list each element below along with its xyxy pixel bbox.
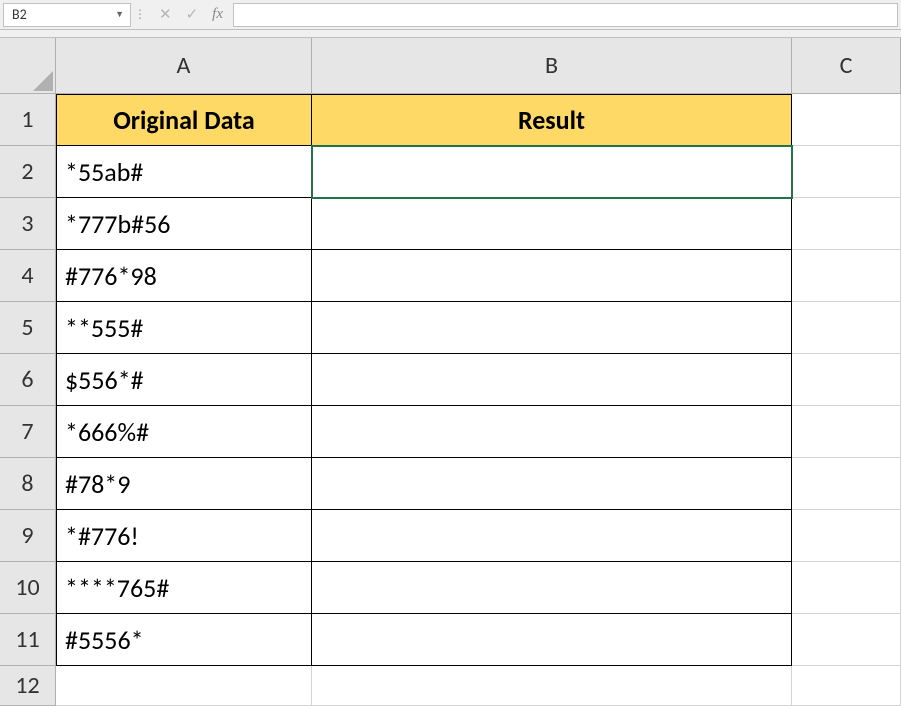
cancel-icon[interactable]: ✕ bbox=[159, 5, 172, 24]
formula-buttons: ✕ ✓ fx bbox=[149, 5, 233, 24]
fx-icon[interactable]: fx bbox=[212, 6, 223, 23]
cell-C3[interactable] bbox=[792, 198, 901, 250]
cell-C5[interactable] bbox=[792, 302, 901, 354]
row-header-9[interactable]: 9 bbox=[0, 510, 56, 562]
cell-B11[interactable] bbox=[312, 614, 792, 666]
cell-B3[interactable] bbox=[312, 198, 792, 250]
cell-B10[interactable] bbox=[312, 562, 792, 614]
cell-B12[interactable] bbox=[312, 666, 792, 706]
select-all-triangle-icon bbox=[33, 71, 53, 91]
row-header-11[interactable]: 11 bbox=[0, 614, 56, 666]
cell-B8[interactable] bbox=[312, 458, 792, 510]
cell-A2[interactable]: *55ab# bbox=[56, 146, 312, 198]
cell-B5[interactable] bbox=[312, 302, 792, 354]
row-header-10[interactable]: 10 bbox=[0, 562, 56, 614]
cell-C6[interactable] bbox=[792, 354, 901, 406]
row-header-12[interactable]: 12 bbox=[0, 666, 56, 706]
spacer-bar bbox=[0, 30, 901, 38]
cell-A4[interactable]: #776*98 bbox=[56, 250, 312, 302]
col-header-b[interactable]: B bbox=[312, 38, 792, 94]
cell-B7[interactable] bbox=[312, 406, 792, 458]
chevron-down-icon[interactable]: ▼ bbox=[115, 9, 124, 20]
select-all-corner[interactable] bbox=[0, 38, 56, 94]
cell-B1[interactable]: Result bbox=[312, 94, 792, 146]
row-header-3[interactable]: 3 bbox=[0, 198, 56, 250]
row-header-4[interactable]: 4 bbox=[0, 250, 56, 302]
name-box-value: B2 bbox=[12, 6, 27, 23]
formula-bar: B2 ▼ ⋮ ✕ ✓ fx bbox=[0, 0, 901, 30]
cell-C12[interactable] bbox=[792, 666, 901, 706]
cell-A8[interactable]: #78*9 bbox=[56, 458, 312, 510]
check-icon[interactable]: ✓ bbox=[186, 5, 199, 24]
cell-B2[interactable] bbox=[312, 146, 792, 198]
cell-C8[interactable] bbox=[792, 458, 901, 510]
spreadsheet: 1 2 3 4 5 6 7 8 9 10 11 12 A B C Origina… bbox=[0, 38, 901, 706]
cell-C9[interactable] bbox=[792, 510, 901, 562]
row-header-8[interactable]: 8 bbox=[0, 458, 56, 510]
col-header-a[interactable]: A bbox=[56, 38, 312, 94]
cell-B4[interactable] bbox=[312, 250, 792, 302]
row-header-7[interactable]: 7 bbox=[0, 406, 56, 458]
col-header-c[interactable]: C bbox=[792, 38, 901, 94]
row-header-1[interactable]: 1 bbox=[0, 94, 56, 146]
cell-A1[interactable]: Original Data bbox=[56, 94, 312, 146]
row-header-6[interactable]: 6 bbox=[0, 354, 56, 406]
cell-C1[interactable] bbox=[792, 94, 901, 146]
row-header-5[interactable]: 5 bbox=[0, 302, 56, 354]
cell-C4[interactable] bbox=[792, 250, 901, 302]
cell-C7[interactable] bbox=[792, 406, 901, 458]
formula-input[interactable] bbox=[233, 3, 898, 27]
cell-C2[interactable] bbox=[792, 146, 901, 198]
name-box[interactable]: B2 ▼ bbox=[3, 3, 131, 27]
row-header-2[interactable]: 2 bbox=[0, 146, 56, 198]
cell-A9[interactable]: *#776! bbox=[56, 510, 312, 562]
cell-C11[interactable] bbox=[792, 614, 901, 666]
cell-A12[interactable] bbox=[56, 666, 312, 706]
cell-B9[interactable] bbox=[312, 510, 792, 562]
cell-A11[interactable]: #5556* bbox=[56, 614, 312, 666]
cell-B6[interactable] bbox=[312, 354, 792, 406]
separator: ⋮ bbox=[131, 7, 149, 22]
cell-A3[interactable]: *777b#56 bbox=[56, 198, 312, 250]
cell-C10[interactable] bbox=[792, 562, 901, 614]
cell-A7[interactable]: *666%# bbox=[56, 406, 312, 458]
cell-A6[interactable]: $556*# bbox=[56, 354, 312, 406]
cell-A10[interactable]: ****765# bbox=[56, 562, 312, 614]
cell-A5[interactable]: **555# bbox=[56, 302, 312, 354]
